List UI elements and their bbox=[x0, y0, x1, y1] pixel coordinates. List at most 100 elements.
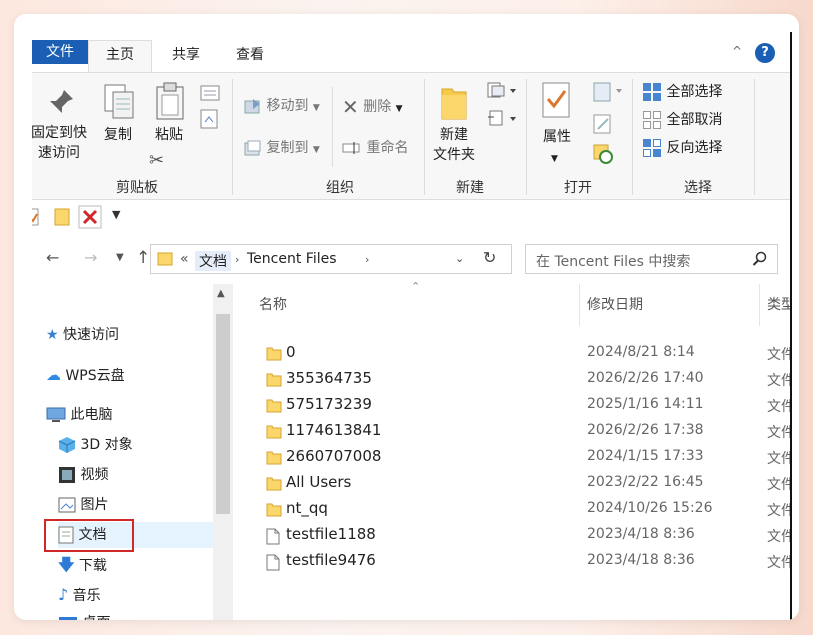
nav-item-wps-cloud[interactable]: ☁ WPS云盘 bbox=[46, 362, 125, 388]
move-to-button[interactable]: 移动到 ▼ bbox=[244, 95, 320, 115]
column-header-type[interactable]: 类型 bbox=[767, 290, 790, 324]
delete-button[interactable]: ✕ 删除 ▼ bbox=[342, 95, 403, 119]
column-separator[interactable] bbox=[579, 284, 580, 326]
move-to-label: 移动到 bbox=[266, 98, 309, 114]
table-row[interactable]: 355364735 2026/2/26 17:40 文件 bbox=[233, 367, 790, 393]
copy-button[interactable]: 复制 bbox=[100, 125, 136, 145]
scroll-up-icon[interactable]: ▲ bbox=[217, 288, 225, 299]
table-row[interactable]: 2660707008 2024/1/15 17:33 文件 bbox=[233, 445, 790, 471]
table-row[interactable]: testfile1188 2023/4/18 8:36 文件 bbox=[233, 523, 790, 549]
column-header-date[interactable]: 修改日期 bbox=[587, 290, 643, 324]
nav-item-label: 3D 对象 bbox=[80, 437, 133, 453]
history-icon[interactable] bbox=[592, 143, 614, 171]
picture-icon bbox=[58, 497, 76, 513]
copy-to-button[interactable]: 复制到 ▼ bbox=[244, 137, 320, 157]
pin-to-quick-access-button[interactable]: 固定到快 速访问 bbox=[32, 123, 92, 163]
search-icon[interactable] bbox=[752, 251, 768, 271]
folder-icon bbox=[266, 477, 282, 491]
help-icon[interactable]: ? bbox=[755, 43, 775, 63]
copy-to-icon bbox=[244, 140, 261, 156]
separator bbox=[232, 79, 233, 195]
back-arrow-icon[interactable]: ← bbox=[46, 248, 59, 267]
select-all-button[interactable]: 全部选择 bbox=[642, 81, 722, 102]
up-arrow-icon[interactable]: ↑ bbox=[136, 248, 150, 268]
table-row[interactable]: 0 2024/8/21 8:14 文件 bbox=[233, 341, 790, 367]
address-bar[interactable]: « 文档 › Tencent Files › ⌄ ↻ bbox=[150, 244, 512, 274]
column-separator[interactable] bbox=[759, 284, 760, 326]
paste-icon bbox=[154, 81, 186, 127]
select-none-button[interactable]: 全部取消 bbox=[642, 109, 722, 130]
collapse-ribbon-icon[interactable]: ^ bbox=[732, 44, 742, 58]
file-date: 2023/4/18 8:36 bbox=[587, 552, 695, 568]
new-folder-quick-icon[interactable] bbox=[54, 208, 70, 230]
recent-locations-icon[interactable]: ▼ bbox=[116, 252, 124, 263]
rename-button[interactable]: 重命名 bbox=[342, 137, 408, 157]
delete-label: 删除 bbox=[363, 99, 392, 115]
nav-item-downloads[interactable]: 🡇 下载 bbox=[58, 552, 107, 578]
nav-item-desktop[interactable]: 桌面 bbox=[58, 610, 110, 620]
breadcrumb-tencent-files[interactable]: Tencent Files bbox=[247, 251, 337, 267]
easy-access-icon[interactable] bbox=[486, 109, 518, 133]
table-row[interactable]: nt_qq 2024/10/26 15:26 文件 bbox=[233, 497, 790, 523]
delete-quick-icon[interactable] bbox=[78, 205, 102, 233]
folder-icon bbox=[266, 347, 282, 361]
search-placeholder: 在 Tencent Files 中搜索 bbox=[536, 254, 691, 270]
nav-item-videos[interactable]: 视频 bbox=[58, 462, 108, 488]
tab-file[interactable]: 文件 bbox=[32, 40, 88, 64]
tab-home[interactable]: 主页 bbox=[88, 40, 152, 72]
customize-quick-access-icon[interactable]: ▼ bbox=[112, 208, 120, 221]
breadcrumb-chevron-icon[interactable]: › bbox=[235, 253, 239, 266]
breadcrumb-documents[interactable]: 文档 bbox=[195, 251, 231, 271]
file-date: 2024/10/26 15:26 bbox=[587, 500, 713, 516]
nav-item-label: 快速访问 bbox=[63, 327, 120, 343]
rename-icon bbox=[342, 142, 360, 154]
group-label-select: 选择 bbox=[684, 180, 712, 196]
nav-item-label: 桌面 bbox=[82, 615, 110, 620]
copy-path-icon[interactable] bbox=[200, 85, 220, 107]
tab-share[interactable]: 共享 bbox=[172, 44, 200, 64]
nav-item-this-pc[interactable]: 此电脑 bbox=[46, 402, 112, 428]
breadcrumb-chevron-icon[interactable]: › bbox=[365, 253, 369, 266]
properties-button[interactable]: 属性 bbox=[538, 127, 576, 147]
breadcrumb-overflow[interactable]: « bbox=[180, 251, 189, 267]
navigation-pane: ★ 快速访问 ☁ WPS云盘 此电脑 3D 对象 视频 图片 文档 🡇 下载 ♪… bbox=[32, 284, 217, 620]
column-header-name[interactable]: 名称 bbox=[259, 290, 287, 324]
table-row[interactable]: testfile9476 2023/4/18 8:36 文件 bbox=[233, 549, 790, 575]
table-row[interactable]: 1174613841 2026/2/26 17:38 文件 bbox=[233, 419, 790, 445]
nav-scrollbar[interactable]: ▲ bbox=[213, 284, 233, 620]
computer-icon bbox=[46, 407, 66, 422]
new-item-icon[interactable] bbox=[486, 81, 518, 105]
star-icon: ★ bbox=[46, 327, 59, 343]
refresh-icon[interactable]: ↻ bbox=[483, 248, 496, 267]
invert-selection-button[interactable]: 反向选择 bbox=[642, 137, 722, 158]
address-dropdown-icon[interactable]: ⌄ bbox=[455, 252, 464, 265]
nav-item-music[interactable]: ♪ 音乐 bbox=[58, 582, 101, 608]
properties-quick-icon[interactable] bbox=[32, 208, 40, 230]
paste-button[interactable]: 粘贴 bbox=[151, 125, 187, 145]
nav-item-pictures[interactable]: 图片 bbox=[58, 492, 108, 518]
nav-item-quick-access[interactable]: ★ 快速访问 bbox=[46, 322, 119, 348]
open-icon[interactable] bbox=[592, 81, 626, 109]
cut-icon[interactable]: ✂ bbox=[149, 151, 164, 171]
table-row[interactable]: All Users 2023/2/22 16:45 文件 bbox=[233, 471, 790, 497]
properties-dropdown-icon[interactable]: ▼ bbox=[551, 149, 558, 169]
nav-item-3d-objects[interactable]: 3D 对象 bbox=[58, 432, 133, 458]
edit-icon[interactable] bbox=[592, 113, 614, 141]
file-name: 355364735 bbox=[286, 369, 372, 387]
paste-shortcut-icon[interactable] bbox=[200, 109, 218, 135]
file-type: 文件 bbox=[767, 373, 790, 389]
address-row: ← → ▼ ↑ « 文档 › Tencent Files › ⌄ ↻ 在 Ten… bbox=[32, 234, 790, 284]
cube-icon bbox=[58, 437, 76, 453]
file-date: 2024/1/15 17:33 bbox=[587, 448, 704, 464]
file-name: All Users bbox=[286, 473, 352, 491]
invert-selection-icon bbox=[643, 139, 661, 157]
nav-item-label: WPS云盘 bbox=[65, 368, 125, 384]
table-row[interactable]: 575173239 2025/1/16 14:11 文件 bbox=[233, 393, 790, 419]
search-box[interactable]: 在 Tencent Files 中搜索 bbox=[525, 244, 778, 274]
group-label-clipboard: 剪贴板 bbox=[116, 180, 158, 196]
tab-view[interactable]: 查看 bbox=[236, 44, 264, 64]
forward-arrow-icon[interactable]: → bbox=[84, 248, 97, 267]
file-date: 2024/8/21 8:14 bbox=[587, 344, 695, 360]
scrollbar-thumb[interactable] bbox=[216, 314, 230, 514]
new-folder-button[interactable]: 新建 文件夹 bbox=[428, 125, 480, 165]
